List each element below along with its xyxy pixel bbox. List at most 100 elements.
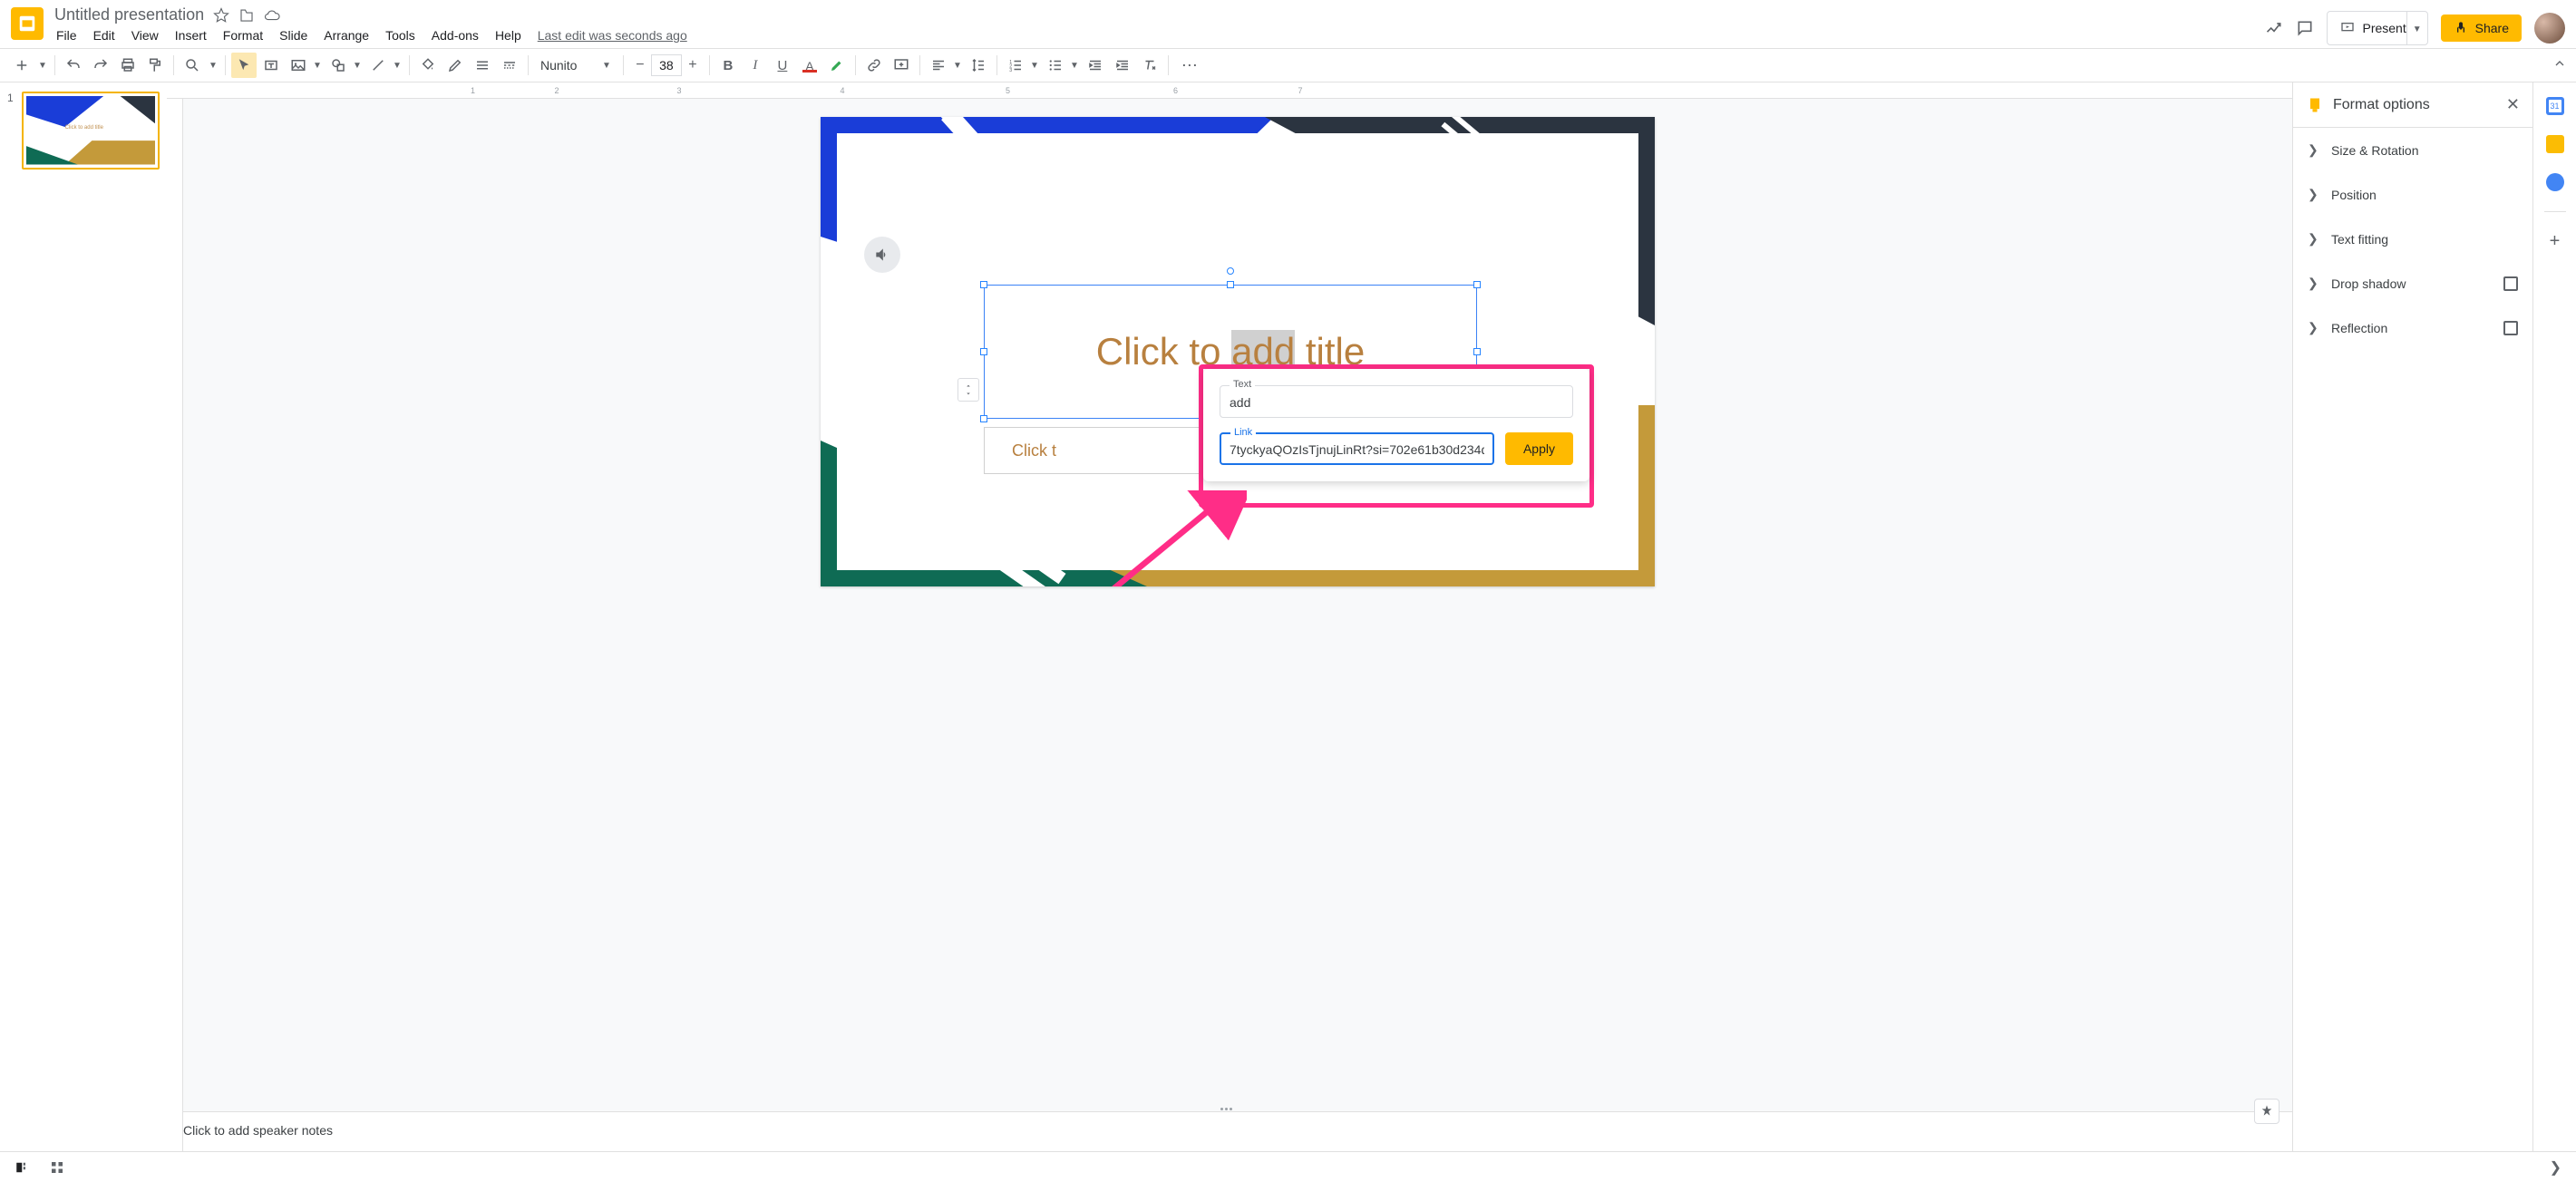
fill-color-button[interactable] [415,53,441,78]
line-spacing-button[interactable] [966,53,991,78]
menu-file[interactable]: File [56,28,77,43]
cloud-status-icon[interactable] [264,7,280,24]
add-addon-icon[interactable]: + [2546,232,2564,250]
menu-insert[interactable]: Insert [175,28,207,43]
apply-button[interactable]: Apply [1505,432,1573,465]
grid-view-button[interactable] [49,1159,65,1176]
speaker-notes[interactable]: Click to add speaker notes [167,1111,2292,1151]
section-text-fitting[interactable]: ❯ Text fitting [2293,217,2532,261]
menu-arrange[interactable]: Arrange [324,28,369,43]
menu-edit[interactable]: Edit [93,28,115,43]
image-tool[interactable] [286,53,311,78]
image-dropdown[interactable]: ▼ [311,53,324,78]
section-drop-shadow[interactable]: ❯ Drop shadow [2293,261,2532,305]
explore-button[interactable] [2254,1099,2280,1124]
insert-comment-button[interactable] [889,53,914,78]
menu-slide[interactable]: Slide [279,28,307,43]
link-text-input[interactable] [1230,395,1563,410]
resize-handle-tr[interactable] [1473,281,1481,288]
line-tool[interactable] [365,53,391,78]
autofit-button[interactable] [957,378,979,402]
zoom-button[interactable] [180,53,205,78]
redo-button[interactable] [88,53,113,78]
title-placeholder-text[interactable]: Click to add title [1096,330,1365,374]
last-edit-link[interactable]: Last edit was seconds ago [538,28,687,43]
border-color-button[interactable] [442,53,468,78]
drop-shadow-checkbox[interactable] [2503,276,2518,291]
resize-handle-mr[interactable] [1473,348,1481,355]
filmstrip-view-button[interactable] [15,1159,31,1176]
bullet-list-button[interactable] [1043,53,1068,78]
font-size-input[interactable]: 38 [651,54,682,76]
zoom-dropdown[interactable]: ▼ [207,53,219,78]
new-slide-dropdown[interactable]: ▼ [36,53,49,78]
menu-format[interactable]: Format [223,28,263,43]
keep-icon[interactable] [2546,135,2564,153]
calendar-icon[interactable]: 31 [2546,97,2564,115]
menu-help[interactable]: Help [495,28,521,43]
more-tools-button[interactable]: ⋯ [1174,56,1207,75]
doc-title[interactable]: Untitled presentation [54,5,204,24]
collapse-toolbar-button[interactable] [2552,56,2567,75]
font-size-decrease[interactable]: − [629,53,651,77]
align-button[interactable] [926,53,951,78]
italic-button[interactable]: I [743,53,768,78]
resize-handle-ml[interactable] [980,348,987,355]
shape-tool[interactable] [326,53,351,78]
bold-button[interactable]: B [715,53,741,78]
font-name-label: Nunito [540,58,595,73]
resize-handle-bl[interactable] [980,415,987,422]
section-reflection[interactable]: ❯ Reflection [2293,305,2532,350]
border-weight-button[interactable] [470,53,495,78]
outdent-button[interactable] [1083,53,1108,78]
text-color-button[interactable]: A [797,53,822,78]
rotate-handle[interactable] [1227,267,1234,275]
user-avatar[interactable] [2534,13,2565,44]
audio-chip[interactable] [864,237,900,273]
link-url-input[interactable] [1230,442,1484,457]
highlight-button[interactable] [824,53,850,78]
undo-button[interactable] [61,53,86,78]
hide-side-panel-button[interactable]: ❯ [2550,1158,2561,1177]
numbered-list-dropdown[interactable]: ▼ [1028,53,1041,78]
clear-format-button[interactable] [1137,53,1162,78]
filmstrip: 1 Click to add title [0,82,167,1151]
share-label: Share [2475,21,2509,35]
tasks-icon[interactable] [2546,173,2564,191]
paint-format-button[interactable] [142,53,168,78]
slide-canvas[interactable]: Click to add title Click t Text Link [821,117,1655,586]
font-size-increase[interactable]: + [682,53,704,77]
section-position[interactable]: ❯ Position [2293,172,2532,217]
border-dash-button[interactable] [497,53,522,78]
numbered-list-button[interactable]: 123 [1003,53,1028,78]
menu-addons[interactable]: Add-ons [432,28,479,43]
format-options-panel: Format options ✕ ❯ Size & Rotation ❯ Pos… [2292,82,2532,1151]
underline-button[interactable]: U [770,53,795,78]
menu-tools[interactable]: Tools [385,28,415,43]
close-sidebar-button[interactable]: ✕ [2506,95,2520,114]
align-dropdown[interactable]: ▼ [951,53,964,78]
new-slide-button[interactable] [9,53,34,78]
activity-icon[interactable] [2265,19,2283,37]
textbox-tool[interactable] [258,53,284,78]
bullet-list-dropdown[interactable]: ▼ [1068,53,1081,78]
font-selector[interactable]: Nunito ▼ [534,55,617,75]
star-icon[interactable] [213,7,229,24]
move-icon[interactable] [238,7,255,24]
line-dropdown[interactable]: ▼ [391,53,403,78]
present-dropdown[interactable]: ▼ [2406,11,2428,45]
section-size-rotation[interactable]: ❯ Size & Rotation [2293,128,2532,172]
print-button[interactable] [115,53,141,78]
comments-icon[interactable] [2296,19,2314,37]
insert-link-button[interactable] [861,53,887,78]
resize-handle-tl[interactable] [980,281,987,288]
menu-view[interactable]: View [131,28,159,43]
slide-thumbnail-1[interactable]: Click to add title [22,92,160,170]
indent-button[interactable] [1110,53,1135,78]
slides-app-icon[interactable] [11,7,44,40]
reflection-checkbox[interactable] [2503,321,2518,335]
shape-dropdown[interactable]: ▼ [351,53,364,78]
select-tool[interactable] [231,53,257,78]
resize-handle-tm[interactable] [1227,281,1234,288]
share-button[interactable]: Share [2441,15,2522,42]
